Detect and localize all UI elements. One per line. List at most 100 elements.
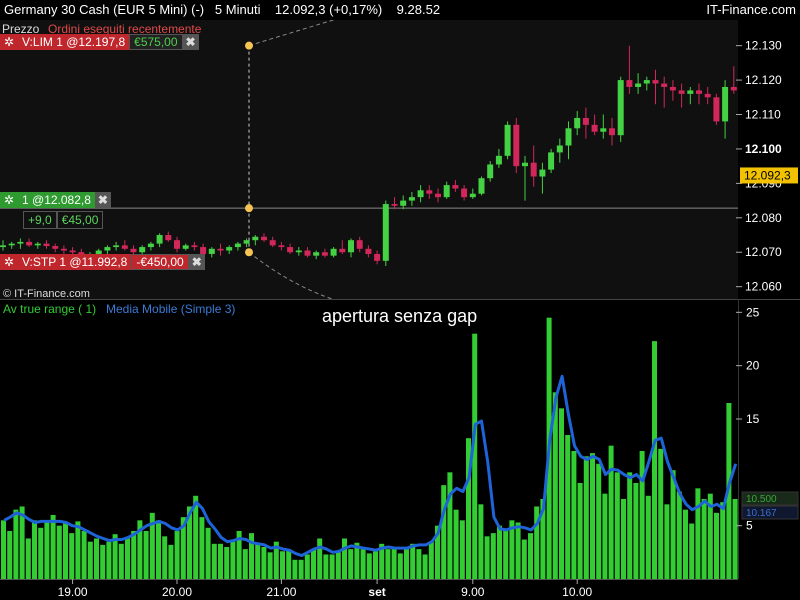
atr-bar	[397, 553, 403, 579]
atr-bar	[645, 495, 651, 579]
candle-body	[278, 245, 285, 248]
atr-bar	[521, 539, 527, 579]
candle-body	[156, 235, 163, 244]
atr-bar	[683, 509, 688, 579]
atr-bar	[242, 549, 248, 579]
atr-bar	[490, 533, 496, 579]
brand-label: IT-Finance.com	[706, 2, 796, 17]
gear-icon[interactable]: ✲	[0, 254, 18, 270]
atr-bar	[13, 509, 19, 579]
atr-bar	[639, 451, 645, 579]
x-tick-label: 20.00	[162, 585, 192, 599]
atr-bar	[311, 549, 316, 579]
atr-bar	[701, 499, 707, 579]
atr-bar	[484, 536, 490, 579]
atr-bar	[329, 554, 335, 579]
candle-body	[574, 117, 581, 129]
candle-body	[121, 245, 128, 249]
candle-body	[330, 248, 337, 256]
candle-body	[0, 245, 6, 248]
position[interactable]: ✲ 1 @12.082,8 ✖	[0, 192, 111, 208]
atr-bar	[304, 554, 310, 579]
atr-bar	[342, 538, 347, 579]
candle-body	[452, 185, 459, 189]
atr-bar	[503, 531, 509, 579]
atr-bar	[528, 533, 533, 579]
price-tick-label: 12.060	[745, 280, 782, 294]
candle-body	[565, 128, 572, 146]
atr-bar	[478, 504, 484, 579]
candle-body	[678, 90, 685, 94]
candle-body	[243, 240, 250, 244]
position-pnl: +9,0 €45,00	[23, 211, 104, 229]
atr-bar	[590, 453, 595, 579]
atr-bar	[63, 523, 68, 579]
legend-atr: Av true range ( 1)	[3, 302, 96, 316]
candle-body	[600, 128, 607, 132]
candle-body	[374, 253, 381, 261]
atr-bar	[422, 554, 428, 579]
atr-bar	[633, 483, 639, 579]
gear-icon[interactable]: ✲	[0, 34, 18, 50]
candle-body	[356, 240, 363, 249]
candle-body	[295, 250, 302, 253]
close-icon[interactable]: ✖	[94, 192, 111, 208]
indicator-tick-label: 5	[746, 519, 753, 533]
candle-body	[339, 248, 346, 253]
candle-body	[539, 169, 546, 177]
candle-body	[104, 247, 111, 251]
atr-bar	[205, 527, 211, 579]
order-handle	[245, 204, 253, 213]
ma-value-label: 10.167	[746, 508, 777, 519]
indicator-chart[interactable]: Av true range ( 1) Media Mobile (Simple …	[0, 299, 800, 600]
atr-bar	[143, 531, 149, 579]
annotation-text: apertura senza gap	[322, 306, 477, 326]
candle-body	[321, 252, 328, 256]
candle-body	[165, 235, 172, 241]
atr-bar	[596, 463, 602, 579]
candle-body	[652, 80, 659, 84]
candle-body	[69, 250, 76, 253]
atr-bar	[373, 551, 378, 579]
atr-bar	[7, 531, 13, 579]
candle-body	[696, 90, 702, 94]
candle-body	[582, 117, 589, 125]
candle-body	[591, 124, 598, 132]
candle-body	[617, 80, 624, 136]
indicator-tick-label: 20	[746, 359, 760, 373]
limit-order[interactable]: ✲ V:LIM 1 @12.197,8 €575,00 ✖	[0, 34, 199, 50]
atr-bar	[125, 538, 130, 579]
candle-body	[52, 246, 59, 249]
atr-bar	[156, 520, 161, 579]
atr-bar	[230, 541, 236, 579]
stop-order[interactable]: ✲ V:STP 1 @11.992,8 -€450,00 ✖	[0, 254, 205, 270]
candle-body	[635, 83, 642, 87]
candle-body	[643, 80, 650, 84]
x-tick-label: 10.00	[562, 585, 592, 599]
atr-bar	[565, 435, 571, 579]
close-icon[interactable]: ✖	[188, 254, 205, 270]
atr-bar	[131, 531, 137, 579]
atr-bar	[627, 472, 633, 579]
atr-bar	[658, 448, 664, 579]
candle-body	[530, 162, 537, 177]
atr-bar	[323, 554, 329, 579]
atr-bar	[261, 547, 267, 579]
candle-body	[426, 190, 433, 194]
atr-bar	[81, 531, 87, 579]
close-icon[interactable]: ✖	[182, 34, 199, 50]
candle-body	[548, 152, 555, 170]
candle-body	[495, 155, 502, 165]
candle-body	[469, 193, 476, 198]
atr-bar	[670, 470, 676, 579]
candle-body	[661, 83, 668, 87]
candle-body	[174, 240, 180, 249]
atr-bar	[428, 541, 434, 579]
candle-body	[191, 245, 198, 248]
gear-icon[interactable]: ✲	[0, 192, 18, 208]
chart-title-bar: Germany 30 Cash (EUR 5 Mini) (-) 5 Minut…	[0, 0, 800, 20]
indicator-tick-label: 25	[746, 305, 760, 319]
atr-bar	[94, 538, 99, 579]
atr-bar	[608, 445, 614, 579]
atr-bar	[410, 543, 416, 579]
